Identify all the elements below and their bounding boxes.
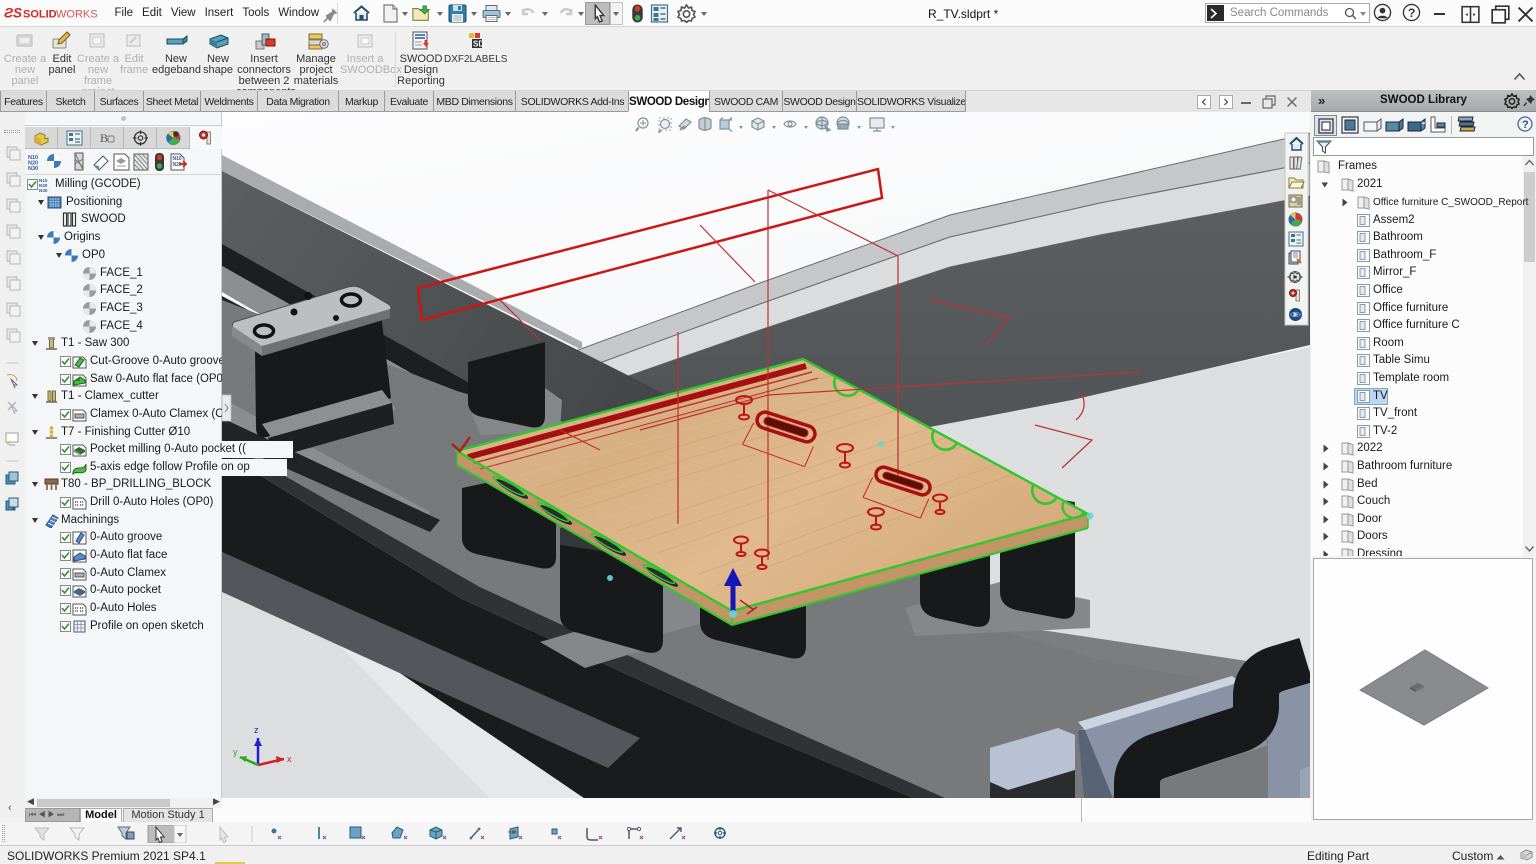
- svg-text:ƧS: ƧS: [4, 6, 22, 21]
- svg-text:?: ?: [1408, 6, 1416, 20]
- svg-text:N30: N30: [39, 188, 48, 192]
- svg-text:B: B: [100, 131, 108, 145]
- svg-text:SOLID: SOLID: [23, 9, 57, 21]
- svg-text:N30: N30: [28, 166, 38, 172]
- svg-text:N20: N20: [173, 162, 182, 168]
- svg-text:SD: SD: [473, 40, 484, 49]
- svg-text:?: ?: [1522, 119, 1529, 131]
- svg-text:WORKS: WORKS: [56, 9, 98, 21]
- svg-text:y: y: [233, 747, 238, 757]
- svg-text:z: z: [254, 725, 259, 735]
- svg-text:x: x: [287, 754, 292, 764]
